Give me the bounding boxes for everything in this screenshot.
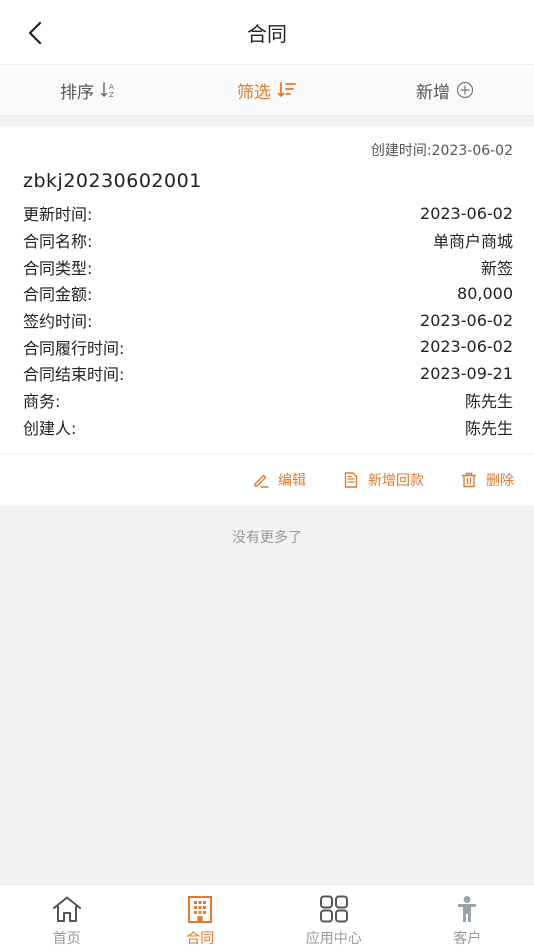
add-payment-label: 新增回款 [368,473,424,489]
detail-row: 商务: 陈先生 [23,387,513,414]
add-payment-button[interactable]: 新增回款 [342,470,424,490]
person-icon [458,896,477,922]
detail-value: 陈先生 [464,418,513,438]
tab-label: 客户 [453,931,482,947]
document-icon [344,472,358,488]
tab-label: 应用中心 [305,931,362,947]
tab-home[interactable]: 首页 [0,885,134,950]
delete-button[interactable]: 删除 [460,470,514,490]
plus-circle-icon [456,81,474,99]
detail-row: 合同类型: 新签 [23,253,513,280]
contract-details: 更新时间: 2023-06-02 合同名称: 单商户商城 合同类型: 新签 合同… [23,200,513,440]
detail-row: 合同结束时间: 2023-09-21 [23,360,513,387]
edit-button[interactable]: 编辑 [252,470,306,490]
card-divider [0,453,534,454]
detail-row: 更新时间: 2023-06-02 [23,200,513,227]
svg-text:A: A [109,83,114,91]
building-icon [188,896,213,923]
detail-label: 商务: [23,392,61,412]
detail-value: 单商户商城 [432,232,513,252]
detail-label: 合同履行时间: [23,338,125,358]
edit-label: 编辑 [278,473,306,489]
tab-contract[interactable]: 合同 [134,885,268,950]
detail-label: 创建人: [23,418,77,438]
add-button[interactable]: 新增 [356,65,534,115]
detail-value: 80,000 [457,283,513,303]
app-header: 合同 [0,0,534,64]
svg-text:Z: Z [109,91,114,99]
filter-label: 筛选 [237,82,271,103]
detail-label: 合同金额: [23,285,93,305]
sort-label: 排序 [60,82,94,103]
created-time: 创建时间:2023-06-02 [370,143,513,159]
detail-value: 2023-06-02 [420,337,513,357]
detail-row: 合同履行时间: 2023-06-02 [23,333,513,360]
filter-button[interactable]: 筛选 [178,65,356,115]
detail-value: 新签 [480,258,513,278]
list-toolbar: 排序 A Z 筛选 新增 [0,64,534,116]
detail-row: 合同金额: 80,000 [23,280,513,307]
detail-row: 创建人: 陈先生 [23,414,513,441]
detail-row: 合同名称: 单商户商城 [23,227,513,254]
detail-label: 签约时间: [23,312,93,332]
detail-value: 2023-06-02 [420,310,513,330]
back-button[interactable] [18,16,52,50]
no-more-text: 没有更多了 [232,530,302,546]
tab-label: 首页 [52,931,81,947]
delete-label: 删除 [486,473,514,489]
trash-icon [461,472,477,488]
detail-label: 合同结束时间: [23,365,125,385]
sort-az-icon: A Z [100,82,114,99]
pencil-icon [254,474,269,488]
tab-app-center[interactable]: 应用中心 [267,885,401,950]
card-actions: 编辑 新增回款 删除 [252,466,514,494]
detail-value: 陈先生 [464,392,513,412]
tab-label: 合同 [186,931,215,947]
detail-value: 2023-09-21 [420,363,513,383]
contract-number: zbkj20230602001 [23,170,202,192]
detail-value: 2023-06-02 [420,203,513,223]
detail-label: 合同名称: [23,232,93,252]
chevron-left-icon [28,21,42,45]
bottom-tab-bar: 首页 合同 应用中心 客户 [0,884,534,950]
detail-label: 更新时间: [23,205,93,225]
filter-sort-icon [277,82,296,98]
tab-customer[interactable]: 客户 [401,885,534,950]
detail-row: 签约时间: 2023-06-02 [23,307,513,334]
grid-icon [319,895,348,923]
add-label: 新增 [416,82,450,103]
page-title: 合同 [247,21,287,46]
sort-button[interactable]: 排序 A Z [0,65,178,115]
detail-label: 合同类型: [23,258,93,278]
home-icon [52,896,81,922]
contract-card[interactable]: 创建时间:2023-06-02 zbkj20230602001 更新时间: 20… [0,126,534,506]
